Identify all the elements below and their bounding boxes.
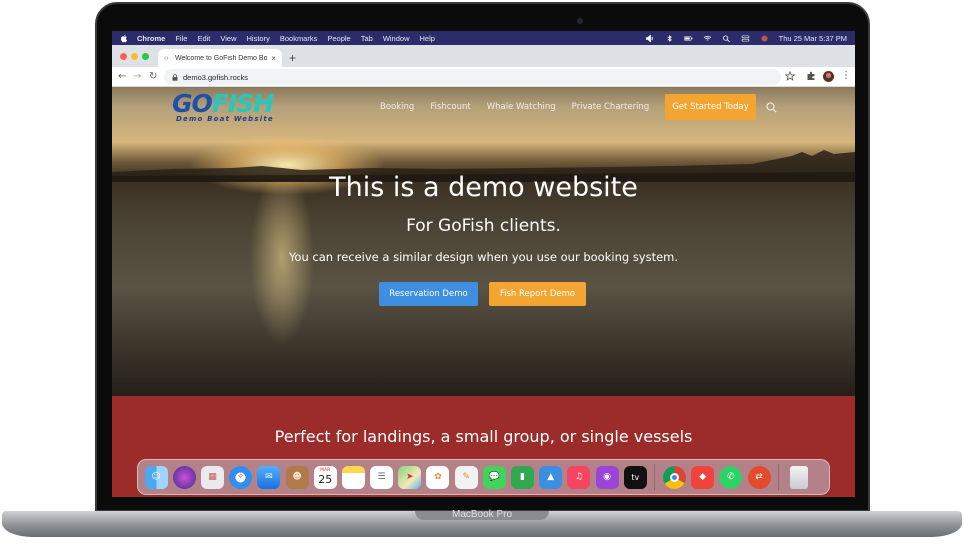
reservation-demo-button[interactable]: Reservation Demo: [379, 282, 478, 306]
tab-close-icon[interactable]: ×: [271, 54, 276, 63]
mail-icon[interactable]: ✉: [257, 465, 281, 489]
spotlight-search-icon[interactable]: [722, 34, 731, 42]
trash-icon[interactable]: [790, 465, 809, 489]
menu-people[interactable]: People: [327, 34, 350, 43]
get-started-button[interactable]: Get Started Today: [665, 94, 756, 120]
lock-icon[interactable]: [172, 73, 178, 81]
safari-icon[interactable]: ✧: [229, 465, 253, 489]
nav-fishcount[interactable]: Fishcount: [430, 95, 470, 119]
dock-separator: [778, 464, 780, 490]
appletv-icon[interactable]: tv: [623, 465, 647, 489]
finder-icon[interactable]: ☺: [144, 465, 168, 489]
nav-whale-watching[interactable]: Whale Watching: [487, 95, 556, 119]
maps-icon[interactable]: ➤: [398, 465, 422, 489]
reload-button[interactable]: ↻: [149, 70, 157, 84]
bookmark-star-icon[interactable]: [785, 71, 795, 81]
control-center-icon[interactable]: [741, 35, 750, 42]
browser-toolbar: ← → ↻ demo3.gofish.rocks ⋮: [112, 67, 855, 87]
contacts-icon[interactable]: ☻: [285, 465, 309, 489]
new-tab-button[interactable]: +: [289, 51, 296, 65]
back-button[interactable]: ←: [118, 70, 126, 84]
wifi-icon[interactable]: [703, 35, 712, 42]
url-text: demo3.gofish.rocks: [183, 72, 249, 82]
keynote-icon[interactable]: ▲: [539, 465, 563, 489]
browser-tab[interactable]: ‹› Welcome to GoFish Demo Boat ×: [158, 49, 282, 67]
minimize-window-button[interactable]: [131, 53, 138, 60]
hero-text: You can receive a similar design when yo…: [288, 250, 679, 264]
forward-button[interactable]: →: [133, 70, 141, 84]
menu-view[interactable]: View: [220, 34, 236, 43]
reminders-icon[interactable]: ☰: [370, 465, 394, 489]
logo-fish: FISH: [211, 89, 274, 118]
dock-separator: [654, 464, 656, 490]
music-icon[interactable]: ♫: [567, 465, 591, 489]
menu-window[interactable]: Window: [383, 34, 410, 43]
messages-icon[interactable]: 💬: [482, 465, 506, 489]
camera: [577, 18, 583, 24]
logo-wordmark: GOFISH: [172, 91, 292, 116]
tab-title: Welcome to GoFish Demo Boat: [175, 54, 268, 62]
nav-private-chartering[interactable]: Private Chartering: [572, 95, 650, 119]
hero-subtitle: For GoFish clients.: [406, 216, 561, 236]
zoom-window-button[interactable]: [142, 53, 149, 60]
battery-icon[interactable]: [683, 35, 693, 42]
chrome-icon[interactable]: [662, 465, 686, 489]
numbers-icon[interactable]: ▮: [511, 465, 535, 489]
menu-help[interactable]: Help: [420, 34, 435, 43]
apple-icon[interactable]: [120, 34, 128, 43]
website: GOFISH Demo Boat Website Booking Fishcou…: [112, 87, 855, 497]
tab-strip: ‹› Welcome to GoFish Demo Boat × +: [112, 45, 855, 67]
logo-go: GO: [172, 89, 213, 118]
hero-section: GOFISH Demo Boat Website Booking Fishcou…: [112, 87, 855, 396]
whatsapp-icon[interactable]: ✆: [719, 465, 743, 489]
calendar-icon[interactable]: MAR 25: [313, 465, 337, 489]
address-bar[interactable]: demo3.gofish.rocks: [164, 69, 781, 85]
photos-icon[interactable]: ✿: [426, 465, 450, 489]
close-window-button[interactable]: [120, 53, 127, 60]
dock: ☺ ▦ ✧ ✉ ☻ MAR 25 ☰ ➤ ✿ ✎ 💬 ▮ ▲ ♫ ◉ tv ◆ …: [137, 459, 830, 495]
bluetooth-icon[interactable]: [665, 34, 674, 42]
chrome-center: [669, 472, 679, 482]
user-avatar-icon[interactable]: [760, 34, 769, 42]
macbook-label: MacBook Pro: [451, 509, 513, 520]
notes-icon[interactable]: [341, 465, 365, 489]
browser-menu-button[interactable]: ⋮: [841, 69, 851, 83]
menu-edit[interactable]: Edit: [197, 34, 210, 43]
extensions-icon[interactable]: [806, 71, 816, 81]
nav-booking[interactable]: Booking: [380, 95, 414, 119]
calendar-day: 25: [318, 473, 333, 486]
status-area: Thu 25 Mar 5:37 PM: [636, 34, 847, 43]
site-nav: Booking Fishcount Whale Watching Private…: [380, 94, 777, 120]
anydesk-icon[interactable]: ◆: [691, 465, 715, 489]
feature-band-text: Perfect for landings, a small group, or …: [274, 427, 693, 446]
screen: Chrome File Edit View History Bookmarks …: [112, 31, 855, 497]
hero-title: This is a demo website: [329, 172, 638, 203]
siri-icon[interactable]: [172, 465, 196, 489]
clock[interactable]: Thu 25 Mar 5:37 PM: [779, 34, 847, 43]
menu-history[interactable]: History: [247, 34, 270, 43]
textedit-icon[interactable]: ✎: [454, 465, 478, 489]
profile-avatar[interactable]: [823, 71, 834, 82]
podcasts-icon[interactable]: ◉: [595, 465, 619, 489]
search-icon[interactable]: [766, 101, 777, 113]
fish-report-demo-button[interactable]: Fish Report Demo: [489, 282, 586, 306]
menu-app-name[interactable]: Chrome: [137, 34, 165, 43]
volume-icon[interactable]: [645, 34, 655, 42]
launchpad-icon[interactable]: ▦: [200, 465, 224, 489]
tab-favicon-icon: ‹›: [164, 54, 169, 62]
menu-file[interactable]: File: [175, 34, 187, 43]
appletv-label: tv: [631, 472, 640, 482]
menu-bookmarks[interactable]: Bookmarks: [280, 34, 318, 43]
logo-tagline: Demo Boat Website: [176, 115, 274, 123]
menu-bar: Chrome File Edit View History Bookmarks …: [112, 31, 855, 45]
menu-tab[interactable]: Tab: [361, 34, 373, 43]
site-logo[interactable]: GOFISH Demo Boat Website: [172, 91, 292, 125]
remote-desktop-icon[interactable]: ⇄: [747, 465, 771, 489]
